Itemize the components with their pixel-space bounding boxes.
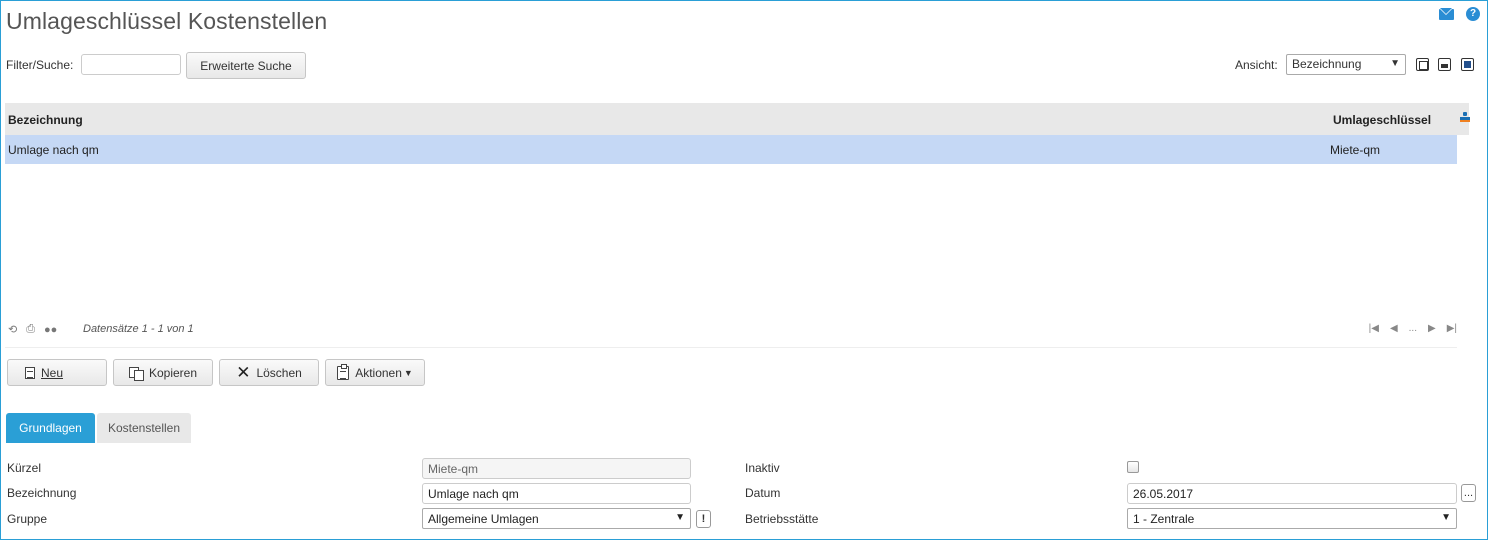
- grid-footer: ⟲ ⎙ ●● Datensätze 1 - 1 von 1 |◀ ◀ ... ▶…: [5, 320, 1457, 340]
- filter-input[interactable]: [81, 54, 181, 75]
- date-picker-button[interactable]: ...: [1461, 484, 1476, 502]
- gruppe-select[interactable]: Allgemeine Umlagen ▼: [422, 508, 691, 529]
- chevron-down-icon: ▼: [1390, 58, 1400, 69]
- window-frame: [0, 0, 1488, 540]
- copy-button-label: Kopieren: [148, 365, 198, 380]
- copy-button[interactable]: Kopieren: [113, 359, 213, 386]
- view-layout-full-button[interactable]: [1461, 58, 1474, 71]
- datum-field[interactable]: 26.05.2017: [1127, 483, 1457, 504]
- datum-label: Datum: [745, 486, 781, 500]
- view-label: Ansicht:: [1235, 58, 1278, 72]
- cell-bezeichnung: Umlage nach qm: [8, 143, 99, 157]
- inaktiv-checkbox[interactable]: [1127, 461, 1139, 473]
- chevron-down-icon: ▼: [675, 512, 685, 523]
- last-page-icon[interactable]: ▶|: [1447, 323, 1457, 334]
- gruppe-select-value: Allgemeine Umlagen: [428, 512, 539, 526]
- refresh-icon[interactable]: ⟲: [8, 323, 17, 336]
- cell-umlageschluessel: Miete-qm: [1330, 143, 1381, 157]
- betriebsstaette-select-value: 1 - Zentrale: [1133, 512, 1195, 526]
- help-icon[interactable]: ?: [1466, 7, 1480, 21]
- mail-icon[interactable]: [1439, 7, 1454, 20]
- column-header-bezeichnung[interactable]: Bezeichnung: [8, 113, 83, 127]
- betriebsstaette-label: Betriebsstätte: [745, 512, 819, 526]
- bezeichnung-label: Bezeichnung: [7, 486, 77, 500]
- records-count: Datensätze 1 - 1 von 1: [83, 323, 194, 335]
- first-page-icon[interactable]: |◀: [1369, 323, 1379, 334]
- kuerzel-field[interactable]: Miete-qm: [422, 458, 691, 479]
- view-layout-split-button[interactable]: [1438, 58, 1451, 71]
- delete-button-label: Löschen: [256, 365, 302, 380]
- new-button-label: Neu: [41, 365, 64, 380]
- actions-button[interactable]: Aktionen ▼: [325, 359, 425, 386]
- column-header-umlageschluessel[interactable]: Umlageschlüssel: [1333, 113, 1431, 127]
- divider: [5, 347, 1457, 348]
- page-ellipsis: ...: [1408, 323, 1417, 334]
- delete-icon: ✕: [236, 362, 251, 382]
- new-doc-icon: [25, 366, 35, 379]
- bezeichnung-field[interactable]: Umlage nach qm: [422, 483, 691, 504]
- grid-header: Bezeichnung Umlageschlüssel: [5, 103, 1470, 135]
- filter-label: Filter/Suche:: [6, 58, 74, 72]
- top-icons: ?: [1439, 7, 1480, 21]
- betriebsstaette-select[interactable]: 1 - Zentrale ▼: [1127, 508, 1457, 529]
- next-page-icon[interactable]: ▶: [1428, 323, 1436, 334]
- print-icon[interactable]: ⎙: [26, 323, 35, 336]
- actions-icon: [337, 363, 350, 380]
- pager: |◀ ◀ ... ▶ ▶|: [1369, 323, 1457, 334]
- delete-button[interactable]: ✕ Löschen: [219, 359, 319, 386]
- gruppe-info-button[interactable]: !: [696, 510, 711, 528]
- actions-button-label: Aktionen: [355, 365, 402, 380]
- page-title: Umlageschlüssel Kostenstellen: [6, 8, 328, 34]
- view-layout-single-button[interactable]: [1416, 58, 1429, 71]
- grid-footer-icons: ⟲ ⎙ ●●: [8, 323, 57, 336]
- caret-down-icon: ▼: [403, 367, 413, 378]
- inaktiv-label: Inaktiv: [745, 461, 780, 475]
- chevron-down-icon: ▼: [1441, 512, 1451, 523]
- gruppe-label: Gruppe: [7, 512, 48, 526]
- grid-settings-icon[interactable]: [1460, 112, 1470, 122]
- table-row[interactable]: Umlage nach qm Miete-qm: [5, 135, 1457, 164]
- copy-icon: [128, 366, 144, 381]
- new-button[interactable]: Neu: [7, 359, 107, 386]
- kuerzel-label: Kürzel: [7, 461, 42, 475]
- toggle-icon[interactable]: ●●: [44, 324, 57, 336]
- tab-kostenstellen[interactable]: Kostenstellen: [97, 413, 191, 443]
- extended-search-button[interactable]: Erweiterte Suche: [186, 52, 306, 79]
- view-select[interactable]: Bezeichnung ▼: [1286, 54, 1406, 75]
- view-select-value: Bezeichnung: [1292, 57, 1362, 71]
- prev-page-icon[interactable]: ◀: [1390, 323, 1398, 334]
- tab-grundlagen[interactable]: Grundlagen: [6, 413, 95, 443]
